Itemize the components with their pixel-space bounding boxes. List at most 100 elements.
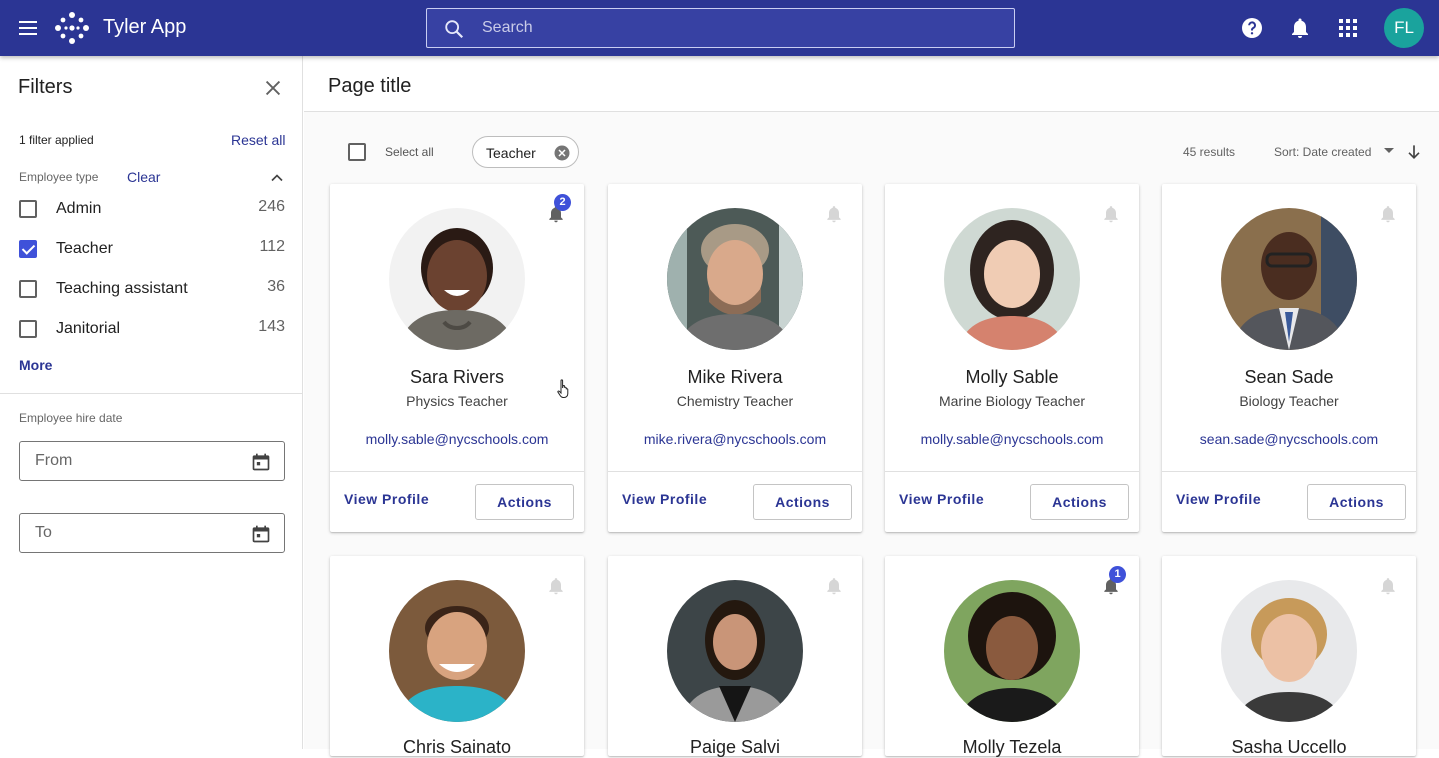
from-date-field[interactable]: [19, 441, 285, 481]
view-profile-button[interactable]: View Profile: [899, 491, 984, 507]
employee-name: Sara Rivers: [409, 367, 505, 387]
actions-button[interactable]: Actions: [1307, 484, 1406, 520]
actions-button[interactable]: Actions: [753, 484, 852, 520]
bell-icon[interactable]: [1288, 16, 1312, 40]
profile-photo: [389, 580, 525, 722]
employee-card: Molly Sable Marine Biology Teacher molly…: [885, 184, 1139, 532]
admin-checkbox[interactable]: [19, 200, 37, 218]
teacher-checkbox[interactable]: [19, 240, 37, 258]
filter-option-label: Teaching assistant: [56, 280, 188, 297]
teaching-assistant-checkbox[interactable]: [19, 280, 37, 298]
results-count: 45 results: [1183, 145, 1236, 159]
employee-name: Molly Sable: [965, 367, 1059, 387]
more-options-link[interactable]: More: [19, 357, 52, 373]
employee-email-link[interactable]: molly.sable@nycschools.com: [885, 431, 1139, 447]
app-bar: Tyler App FL: [0, 0, 1439, 56]
from-date-input[interactable]: [35, 442, 235, 480]
notification-bell-icon[interactable]: [824, 204, 844, 224]
chip-label: Teacher: [486, 145, 536, 161]
to-date-field[interactable]: [19, 513, 285, 553]
hand-cursor-icon: [557, 379, 569, 398]
profile-photo: [389, 208, 525, 350]
notification-bell-icon[interactable]: [546, 576, 566, 596]
profile-photo: [1221, 580, 1357, 722]
profile-photo: [944, 580, 1080, 722]
reset-all-link[interactable]: Reset all: [231, 132, 285, 148]
employee-name: Sean Sade: [1244, 367, 1334, 387]
filter-option-janitorial[interactable]: Janitorial 143: [19, 317, 289, 341]
clear-employee-type-link[interactable]: Clear: [127, 169, 160, 185]
employee-card: Mike Rivera Chemistry Teacher mike.river…: [608, 184, 862, 532]
select-all-checkbox[interactable]: [348, 143, 366, 161]
employee-role: Chemistry Teacher: [676, 393, 794, 409]
employee-name: Paige Salvi: [689, 737, 781, 757]
card-divider: [330, 471, 584, 472]
sort-dropdown[interactable]: Sort: Date created: [1274, 145, 1371, 159]
employee-name: Sasha Uccello: [1231, 737, 1347, 757]
employee-type-label: Employee type: [19, 170, 99, 184]
remove-chip-icon[interactable]: [553, 144, 571, 162]
employee-email-link[interactable]: molly.sable@nycschools.com: [330, 431, 584, 447]
card-divider: [1162, 471, 1416, 472]
caret-down-icon[interactable]: [1384, 148, 1394, 153]
page-header: Page title: [304, 56, 1439, 112]
calendar-icon[interactable]: [251, 452, 271, 472]
to-date-input[interactable]: [35, 514, 235, 552]
employee-name: Chris Sainato: [402, 737, 512, 757]
filter-option-label: Teacher: [56, 240, 113, 257]
search-icon: [445, 20, 464, 39]
card-divider: [885, 471, 1139, 472]
apps-grid-icon[interactable]: [1336, 16, 1360, 40]
employee-role: Physics Teacher: [406, 393, 508, 409]
logo-icon: [55, 12, 89, 44]
notification-bell-icon[interactable]: [1378, 204, 1398, 224]
select-all-label: Select all: [385, 145, 434, 159]
arrow-down-icon[interactable]: [1404, 142, 1424, 162]
view-profile-button[interactable]: View Profile: [1176, 491, 1261, 507]
view-profile-button[interactable]: View Profile: [622, 491, 707, 507]
profile-photo: [944, 208, 1080, 350]
card-divider: [608, 471, 862, 472]
menu-icon[interactable]: [14, 14, 42, 42]
employee-card: Sean Sade Biology Teacher sean.sade@nycs…: [1162, 184, 1416, 532]
notification-badge: 1: [1109, 566, 1126, 583]
filter-option-count: 36: [267, 278, 285, 295]
employee-card: Sasha Uccello: [1162, 556, 1416, 757]
hire-date-label: Employee hire date: [19, 411, 123, 425]
employee-name: Molly Tezela: [962, 737, 1062, 757]
close-icon[interactable]: [262, 77, 284, 99]
help-icon[interactable]: [1240, 16, 1264, 40]
profile-photo: [667, 208, 803, 350]
filter-option-label: Admin: [56, 200, 102, 217]
actions-button[interactable]: Actions: [1030, 484, 1129, 520]
employee-email-link[interactable]: mike.rivera@nycschools.com: [608, 431, 862, 447]
chevron-up-icon[interactable]: [267, 168, 287, 188]
notification-bell-icon[interactable]: [824, 576, 844, 596]
filter-chip-teacher[interactable]: Teacher: [472, 136, 579, 168]
filters-sidebar: Filters 1 filter applied Reset all Emplo…: [0, 56, 303, 749]
employee-card: Paige Salvi: [608, 556, 862, 757]
employee-email-link[interactable]: sean.sade@nycschools.com: [1162, 431, 1416, 447]
employee-card: 2 Sara Rivers Physics Teacher molly.sabl…: [330, 184, 584, 532]
search-box[interactable]: [426, 8, 1015, 48]
filter-option-teaching-assistant[interactable]: Teaching assistant 36: [19, 277, 289, 301]
profile-photo: [1221, 208, 1357, 350]
profile-photo: [667, 580, 803, 722]
actions-button[interactable]: Actions: [475, 484, 574, 520]
filter-option-count: 112: [259, 238, 285, 255]
employee-name: Mike Rivera: [687, 367, 783, 387]
notification-bell-icon[interactable]: [1378, 576, 1398, 596]
notification-bell-icon[interactable]: [1101, 204, 1121, 224]
filter-option-count: 246: [258, 198, 285, 215]
user-avatar[interactable]: FL: [1384, 8, 1424, 48]
employee-role: Biology Teacher: [1239, 393, 1339, 409]
calendar-icon[interactable]: [251, 524, 271, 544]
filter-option-teacher[interactable]: Teacher 112: [19, 237, 289, 261]
janitorial-checkbox[interactable]: [19, 320, 37, 338]
filter-option-admin[interactable]: Admin 246: [19, 197, 289, 221]
view-profile-button[interactable]: View Profile: [344, 491, 429, 507]
search-input[interactable]: [482, 9, 1002, 47]
filter-option-label: Janitorial: [56, 320, 121, 337]
page-title: Page title: [328, 75, 412, 97]
employee-card: Chris Sainato: [330, 556, 584, 757]
